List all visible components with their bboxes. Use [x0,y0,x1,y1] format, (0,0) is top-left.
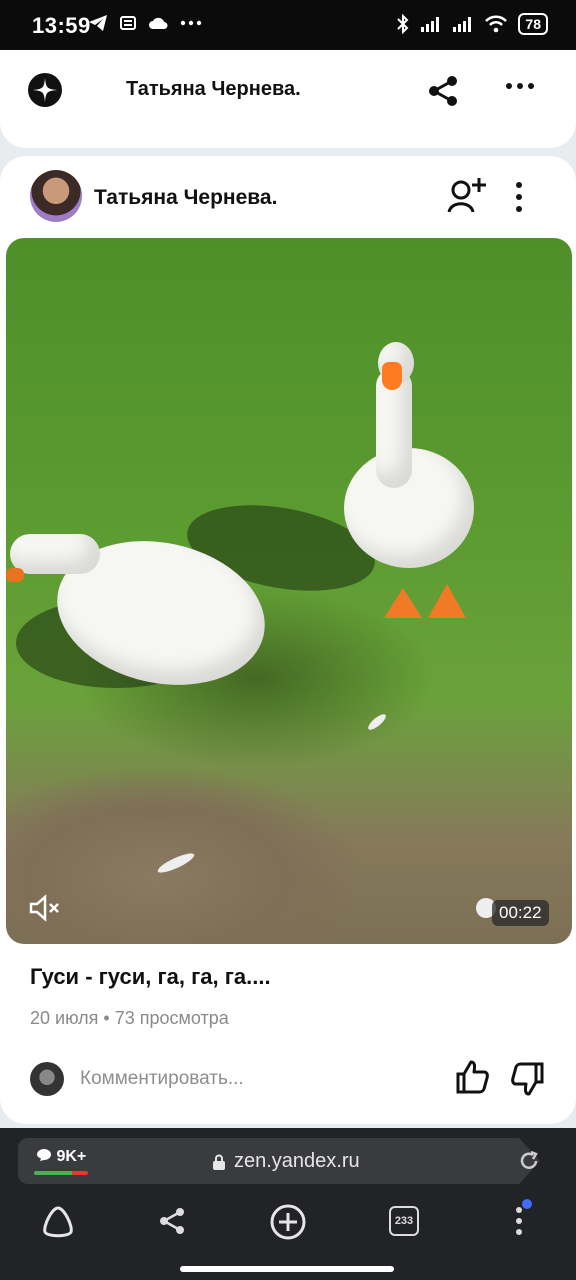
header-title: Татьяна Чернева. [126,78,301,100]
mute-icon[interactable] [28,894,64,922]
share-icon[interactable] [427,74,459,108]
comment-input[interactable]: Комментировать... [80,1068,244,1090]
more-dots-icon [180,20,202,26]
browser-bar: 9K+ zen.yandex.ru 233 [0,1128,576,1280]
goose-beak [6,568,24,582]
goose-beak [382,362,402,390]
telegram-icon [89,15,107,31]
user-avatar [30,1062,64,1096]
signal-icon [453,17,472,32]
video-duration: 00:22 [492,900,549,926]
news-icon [120,16,136,30]
bluetooth-icon [397,14,409,34]
goose-foot [428,584,466,618]
battery-icon: 78 [518,13,548,35]
feather [155,850,197,876]
more-vertical-icon[interactable] [515,181,523,213]
url-display[interactable]: zen.yandex.ru [212,1150,360,1173]
url-text: zen.yandex.ru [234,1150,360,1172]
lock-icon [213,1154,225,1170]
status-time: 13:59 [32,13,91,38]
alice-assistant-icon[interactable] [40,1204,76,1240]
like-icon[interactable] [454,1059,490,1095]
comments-count: 9K+ [56,1148,87,1165]
post-title[interactable]: Гуси - гуси, га, га, га.... [30,964,271,990]
notification-dot [522,1199,532,1209]
dislike-icon[interactable] [510,1061,546,1097]
header-bar: Татьяна Чернева. [0,50,576,148]
zen-logo-icon[interactable] [28,73,62,107]
cloud-icon [149,17,168,29]
share-icon[interactable] [158,1206,186,1236]
home-indicator[interactable] [180,1266,394,1272]
reload-icon[interactable] [518,1150,540,1172]
menu-vertical-icon[interactable] [515,1206,523,1236]
comments-badge[interactable]: 9K+ [36,1148,86,1166]
video-player[interactable]: 00:22 [6,238,572,944]
goose-neck [10,534,100,574]
more-horizontal-icon[interactable] [505,82,535,90]
post-card: Татьяна Чернева. 00:22 Гуси - гуси, га, … [0,156,576,1124]
chat-bubble-icon [37,1149,51,1161]
author-name[interactable]: Татьяна Чернева. [94,186,277,210]
rating-bar [34,1171,88,1175]
signal-icon [421,17,440,32]
wifi-icon [485,15,508,33]
goose-foot [384,588,422,618]
tabs-counter[interactable]: 233 [389,1206,419,1236]
author-avatar[interactable] [30,170,82,222]
status-bar: 13:59 78 [0,0,576,50]
post-meta: 20 июля • 73 просмотра [30,1008,229,1028]
follow-icon[interactable] [446,176,488,216]
feather [366,711,388,733]
add-tab-icon[interactable] [269,1203,307,1241]
